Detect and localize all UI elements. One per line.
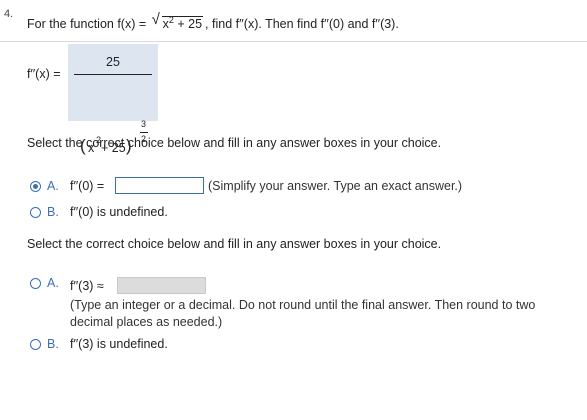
power-numerator: 3 <box>141 119 147 129</box>
sqrt-expression: √ x2 + 25 <box>152 11 204 32</box>
radicand-rest: + 25 <box>173 17 203 32</box>
f2-of-0-input[interactable] <box>115 177 204 194</box>
section2-option-b-letter: B. <box>47 337 59 351</box>
sqrt-icon: √ <box>151 11 160 28</box>
fraction-bar <box>74 74 152 75</box>
section2-instruction: Select the correct choice below and fill… <box>27 237 442 251</box>
section2-option-b-label: f′′(3) is undefined. <box>70 337 168 351</box>
section1-option-a-letter: A. <box>47 179 59 193</box>
second-derivative-answer: 25 ( x 2 + 25 ) 3 2 <box>68 44 158 155</box>
prompt-post: , find f′′(x). Then find f′′(0) and f′′(… <box>205 17 399 32</box>
question-prompt: For the function f(x) = √ x2 + 25, find f… <box>27 11 399 32</box>
f2-of-3-input[interactable] <box>117 277 206 294</box>
section2-option-a-hint-line1: (Type an integer or a decimal. Do not ro… <box>70 298 536 312</box>
section2-option-a-hint-line2: decimal places as needed.) <box>70 315 223 329</box>
power-fraction-bar <box>140 132 148 133</box>
answer-lhs: f′′(x) = <box>27 67 61 81</box>
section1-instruction: Select the correct choice below and fill… <box>27 136 442 150</box>
fraction-numerator: 25 <box>106 55 120 69</box>
section2-option-b-radio[interactable] <box>30 339 41 350</box>
section1-option-b-radio[interactable] <box>30 207 41 218</box>
section1-option-a-label: f′′(0) = <box>70 179 105 193</box>
section2-option-a-label: f′′(3) ≈ <box>70 279 104 293</box>
divider <box>0 41 587 42</box>
section2-option-a-letter: A. <box>47 276 59 290</box>
prompt-pre: For the function f(x) = <box>27 17 150 32</box>
section1-option-a-hint: (Simplify your answer. Type an exact ans… <box>208 179 463 193</box>
section1-option-b-letter: B. <box>47 205 59 219</box>
section1-option-a-radio[interactable] <box>30 181 41 192</box>
section2-option-a-radio[interactable] <box>30 278 41 289</box>
section1-option-b-label: f′′(0) is undefined. <box>70 205 168 219</box>
question-number: 4. <box>4 8 14 20</box>
